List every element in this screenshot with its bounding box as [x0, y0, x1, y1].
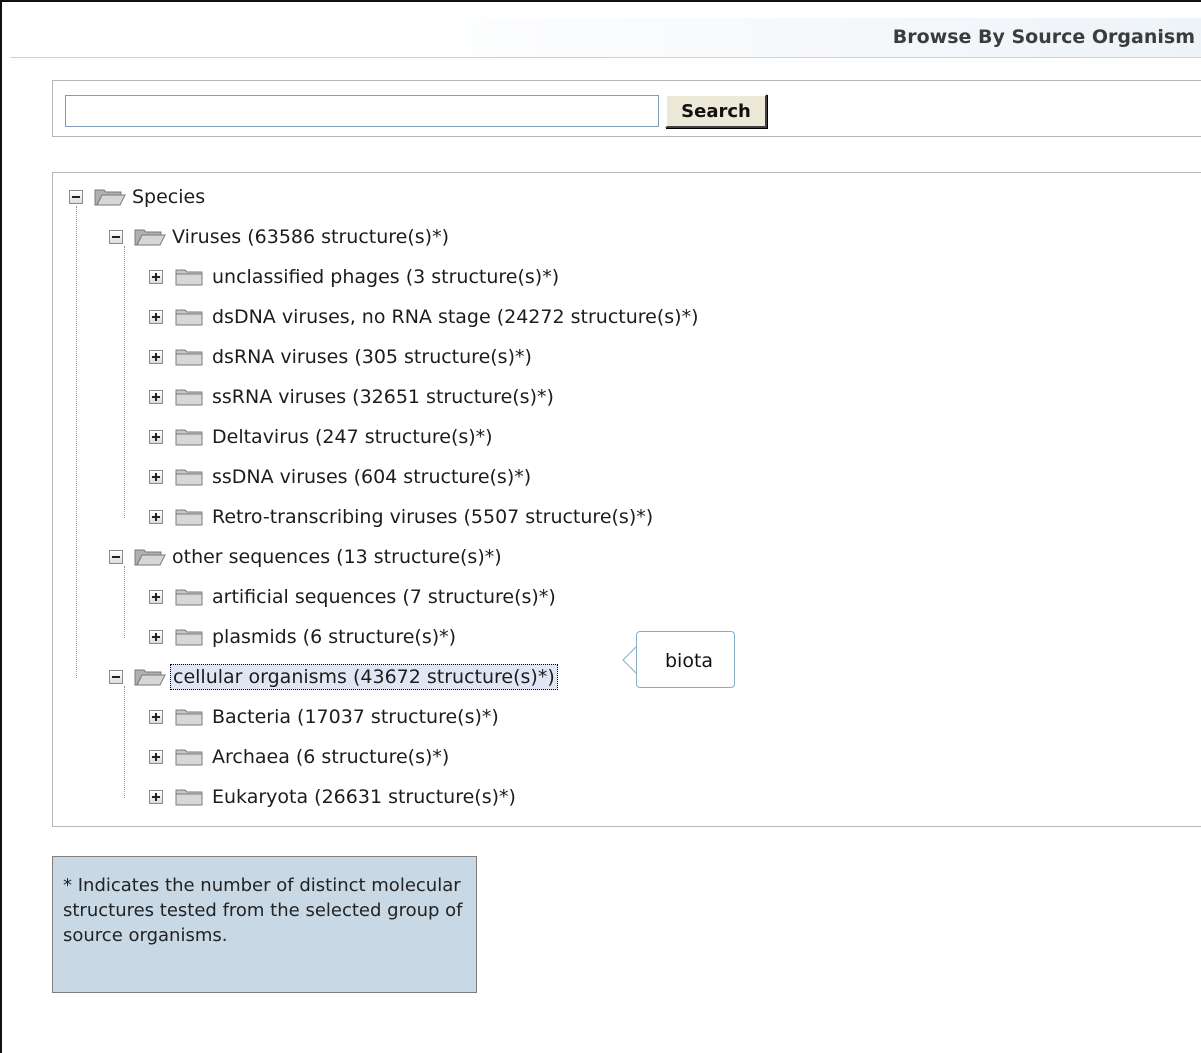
tree-node-leaf[interactable]: dsDNA viruses, no RNA stage (24272 struc… — [149, 297, 700, 337]
tree-node-label[interactable]: Species — [130, 185, 207, 209]
tree-node-leaf[interactable]: Retro-transcribing viruses (5507 structu… — [149, 497, 655, 537]
search-button[interactable]: Search — [665, 94, 767, 128]
folder-icon — [175, 629, 203, 646]
tree-node-cellular-organisms[interactable]: cellular organisms (43672 structure(s)*) — [109, 657, 558, 697]
page-title: Browse By Source Organism — [892, 26, 1195, 48]
tree-node-leaf[interactable]: Eukaryota (26631 structure(s)*) — [149, 777, 518, 817]
folder-icon — [175, 269, 203, 286]
tree-node-label[interactable]: ssDNA viruses (604 structure(s)*) — [210, 465, 533, 489]
folder-icon — [175, 429, 203, 446]
folder-icon — [175, 389, 203, 406]
folder-icon — [175, 469, 203, 486]
tree-node-leaf[interactable]: dsRNA viruses (305 structure(s)*) — [149, 337, 534, 377]
folder-icon — [175, 349, 203, 366]
tree-node-leaf[interactable]: plasmids (6 structure(s)*) — [149, 617, 458, 657]
footnote-text: * Indicates the number of distinct molec… — [63, 875, 463, 946]
tree-node-leaf[interactable]: artificial sequences (7 structure(s)*) — [149, 577, 558, 617]
expand-icon[interactable] — [149, 630, 163, 644]
open-folder-icon — [134, 669, 166, 686]
tree-node-leaf[interactable]: unclassified phages (3 structure(s)*) — [149, 257, 561, 297]
expand-icon[interactable] — [149, 790, 163, 804]
expand-icon[interactable] — [149, 430, 163, 444]
tree-node-label-selected[interactable]: cellular organisms (43672 structure(s)*) — [170, 664, 558, 690]
tree-node-label[interactable]: Deltavirus (247 structure(s)*) — [210, 425, 495, 449]
search-input[interactable] — [65, 95, 659, 127]
folder-icon — [175, 509, 203, 526]
footnote-box: * Indicates the number of distinct molec… — [52, 856, 477, 993]
open-folder-icon — [134, 229, 166, 246]
tree-node-leaf[interactable]: ssDNA viruses (604 structure(s)*) — [149, 457, 533, 497]
tree-node-label[interactable]: plasmids (6 structure(s)*) — [210, 625, 458, 649]
expand-icon[interactable] — [149, 750, 163, 764]
tree-node-other-sequences[interactable]: other sequences (13 structure(s)*) — [109, 537, 504, 577]
tree-node-label[interactable]: Bacteria (17037 structure(s)*) — [210, 705, 501, 729]
folder-icon — [175, 789, 203, 806]
tooltip-text: biota — [665, 650, 714, 672]
tree-node-viruses[interactable]: Viruses (63586 structure(s)*) — [109, 217, 451, 257]
tree-node-label[interactable]: ssRNA viruses (32651 structure(s)*) — [210, 385, 556, 409]
expand-icon[interactable] — [149, 710, 163, 724]
tree-connector — [124, 246, 125, 518]
open-folder-icon — [94, 189, 126, 206]
tree-connector — [124, 686, 125, 798]
header-bar: Browse By Source Organism — [10, 18, 1201, 58]
tree-node-leaf[interactable]: Deltavirus (247 structure(s)*) — [149, 417, 495, 457]
collapse-icon[interactable] — [109, 230, 123, 244]
expand-icon[interactable] — [149, 270, 163, 284]
collapse-icon[interactable] — [109, 670, 123, 684]
tree-node-leaf[interactable]: Bacteria (17037 structure(s)*) — [149, 697, 501, 737]
expand-icon[interactable] — [149, 350, 163, 364]
tooltip: biota — [636, 631, 735, 688]
tree-node-label[interactable]: Eukaryota (26631 structure(s)*) — [210, 785, 518, 809]
tree-node-label[interactable]: Archaea (6 structure(s)*) — [210, 745, 451, 769]
open-folder-icon — [134, 549, 166, 566]
folder-icon — [175, 309, 203, 326]
expand-icon[interactable] — [149, 510, 163, 524]
expand-icon[interactable] — [149, 310, 163, 324]
tree-node-leaf[interactable]: ssRNA viruses (32651 structure(s)*) — [149, 377, 556, 417]
tree-node-label[interactable]: Viruses (63586 structure(s)*) — [170, 225, 451, 249]
tree-node-label[interactable]: Retro-transcribing viruses (5507 structu… — [210, 505, 655, 529]
search-panel: Search — [52, 80, 1201, 137]
tree-connector — [76, 206, 77, 678]
collapse-icon[interactable] — [69, 190, 83, 204]
folder-icon — [175, 589, 203, 606]
organism-tree: Species Viruses (63586 structure(s)*) un… — [52, 172, 1201, 827]
tree-node-label[interactable]: other sequences (13 structure(s)*) — [170, 545, 504, 569]
expand-icon[interactable] — [149, 590, 163, 604]
collapse-icon[interactable] — [109, 550, 123, 564]
tree-node-label[interactable]: dsDNA viruses, no RNA stage (24272 struc… — [210, 305, 700, 329]
folder-icon — [175, 749, 203, 766]
expand-icon[interactable] — [149, 470, 163, 484]
tree-node-label[interactable]: unclassified phages (3 structure(s)*) — [210, 265, 561, 289]
folder-icon — [175, 709, 203, 726]
tree-node-leaf[interactable]: Archaea (6 structure(s)*) — [149, 737, 451, 777]
tree-node-label[interactable]: dsRNA viruses (305 structure(s)*) — [210, 345, 534, 369]
tree-node-species[interactable]: Species — [69, 177, 207, 217]
expand-icon[interactable] — [149, 390, 163, 404]
tree-node-label[interactable]: artificial sequences (7 structure(s)*) — [210, 585, 558, 609]
